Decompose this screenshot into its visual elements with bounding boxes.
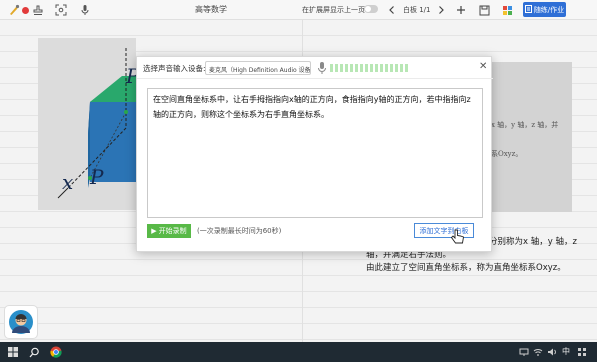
book-text-line: x 轴，y 轴，z 轴，并	[491, 121, 559, 129]
level-bar	[375, 64, 378, 72]
add-icon[interactable]	[454, 3, 468, 17]
mic-icon[interactable]	[78, 3, 92, 17]
level-bar	[405, 64, 408, 72]
extend-screen-toggle[interactable]	[364, 5, 378, 13]
palette-icon[interactable]	[500, 3, 514, 17]
search-icon[interactable]	[28, 346, 40, 358]
ime-grid-icon[interactable]	[576, 346, 588, 358]
x-axis-label: x	[62, 170, 74, 194]
assignment-button-label: 随练/作业	[533, 5, 565, 14]
point-p-label: P	[90, 165, 104, 189]
page-indicator: 白板 1/1	[403, 6, 431, 14]
add-text-to-board-button[interactable]: 添加文字到白板	[414, 223, 474, 238]
transcript-textarea[interactable]: 在空间直角坐标系中，让右手拇指指向x轴的正方向，食指指向y轴的正方向，若中指指向…	[147, 88, 483, 218]
prev-icon[interactable]	[385, 3, 399, 17]
level-bar	[385, 64, 388, 72]
board-text-line: 由此建立了空间直角坐标系，称为直角坐标系Oxyz。	[366, 263, 566, 273]
avatar	[9, 310, 33, 334]
record-icon[interactable]	[18, 3, 32, 17]
book-text-line: 系Oxyz。	[491, 150, 523, 158]
level-bar	[335, 64, 338, 72]
level-bar	[345, 64, 348, 72]
wifi-icon[interactable]	[532, 346, 544, 358]
level-bar	[370, 64, 373, 72]
level-bar	[355, 64, 358, 72]
volume-icon[interactable]	[546, 346, 558, 358]
level-bar	[340, 64, 343, 72]
level-bar	[365, 64, 368, 72]
record-hint: (一次录制最长时间为60秒)	[197, 227, 282, 235]
coordinate-figure	[38, 38, 168, 210]
ime-indicator[interactable]: 中	[562, 346, 570, 357]
hand-cursor-icon	[450, 229, 465, 248]
screenshot-icon[interactable]	[54, 3, 68, 17]
os-taskbar: 中	[0, 342, 597, 362]
dialog-header: 选择声音输入设备: 麦克风（High Definition Audio 设备） …	[137, 57, 493, 79]
network-icon[interactable]	[518, 346, 530, 358]
extend-screen-label: 在扩展屏显示上一页	[302, 6, 365, 14]
voice-input-dialog: 选择声音输入设备: 麦克风（High Definition Audio 设备） …	[136, 56, 493, 252]
input-device-select[interactable]: 麦克风（High Definition Audio 设备）	[205, 61, 311, 75]
close-icon[interactable]: ✕	[479, 62, 487, 72]
save-icon[interactable]	[477, 3, 491, 17]
textbook-image: x 轴，y 轴，z 轴，并 系Oxyz。	[489, 62, 572, 212]
chrome-icon[interactable]	[50, 346, 62, 358]
microphone-icon	[317, 61, 327, 75]
level-bar	[350, 64, 353, 72]
level-bar	[395, 64, 398, 72]
play-icon: ▶	[151, 227, 157, 235]
stamp-icon[interactable]	[31, 3, 45, 17]
start-record-button[interactable]: ▶ 开始录制	[147, 224, 191, 238]
presenter-avatar-card[interactable]	[4, 305, 38, 339]
coordinate-figure-drawing	[57, 48, 168, 199]
top-toolbar: 高等数学 在扩展屏显示上一页 白板 1/1 随练/作业	[0, 0, 597, 20]
board-text-line: 分别称为x 轴，y 轴，z	[489, 237, 577, 247]
input-device-label: 选择声音输入设备:	[143, 64, 206, 73]
start-record-label: 开始录制	[158, 227, 187, 235]
lesson-title: 高等数学	[195, 5, 227, 14]
windows-icon[interactable]	[7, 346, 19, 358]
audio-level-meter	[330, 64, 408, 72]
level-bar	[360, 64, 363, 72]
level-bar	[380, 64, 383, 72]
level-bar	[400, 64, 403, 72]
level-bar	[330, 64, 333, 72]
assignment-button[interactable]: 随练/作业	[523, 2, 566, 17]
level-bar	[390, 64, 393, 72]
next-icon[interactable]	[434, 3, 448, 17]
assignment-icon	[524, 4, 532, 15]
